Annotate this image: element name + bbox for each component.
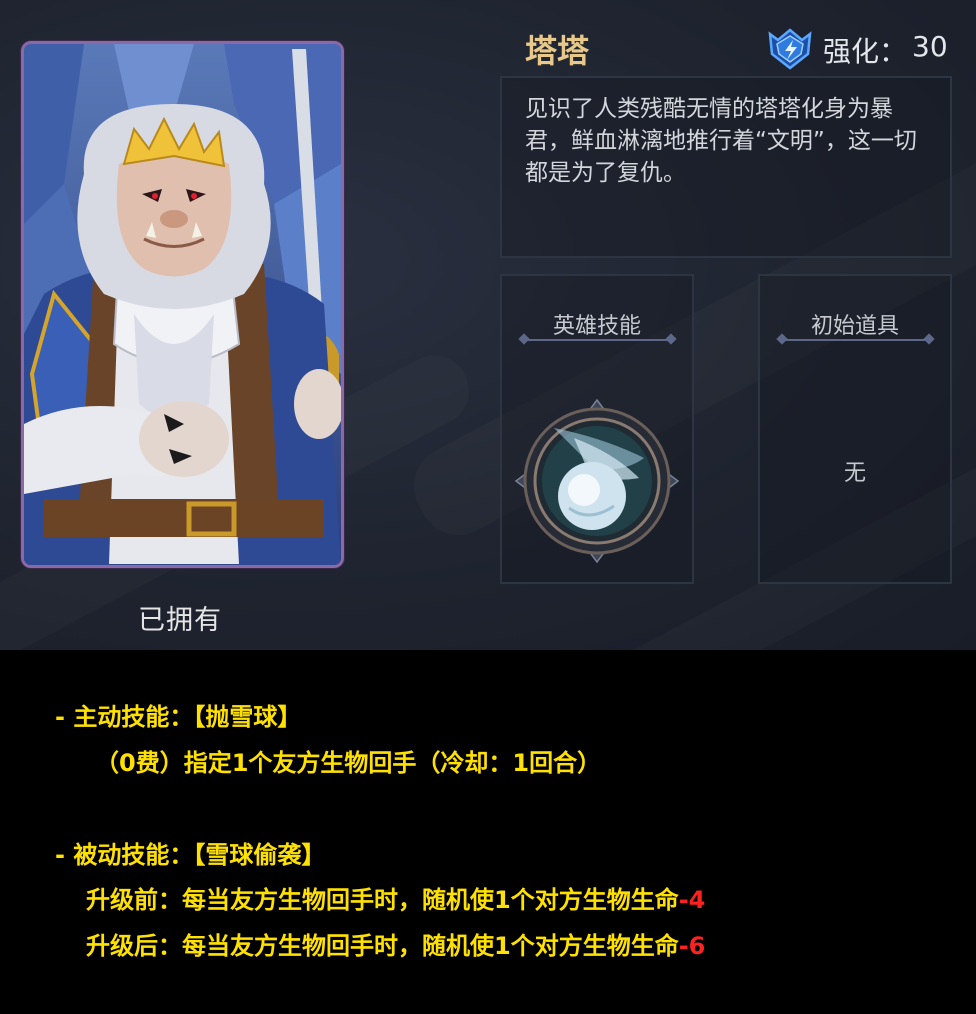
passive-before-line: 升级前：每当友方生物回手时，随机使1个对方生物生命-4 (86, 880, 705, 915)
enhance-value: 30 (912, 30, 948, 63)
hero-name: 塔塔 (525, 32, 590, 70)
rank-shield-icon (766, 24, 814, 72)
active-skill-detail: （0费）指定1个友方生物回手（冷却：1回合） (95, 749, 602, 777)
starting-item-title: 初始道具 (810, 314, 899, 339)
starting-item-value: 无 (843, 461, 866, 486)
hero-detail-panel: 已拥有 塔塔 强化： 30 见识了人类残酷无情的塔塔化身为暴君，鲜血淋漓地推行着… (0, 0, 976, 650)
passive-after-line: 升级后：每当友方生物回手时，随机使1个对方生物生命-6 (86, 926, 705, 961)
passive-before-text: 升级前：每当友方生物回手时，随机使1个对方生物生命 (86, 886, 679, 914)
hero-skill-title: 英雄技能 (552, 314, 641, 339)
passive-after-value: -6 (678, 932, 706, 960)
hero-description: 见识了人类残酷无情的塔塔化身为暴君，鲜血淋漓地推行着“文明”，这一切都是为了复仇… (525, 96, 917, 186)
starting-item-divider (782, 339, 929, 341)
hero-portrait-card[interactable] (21, 41, 344, 568)
passive-skill-heading: - 被动技能：【雪球偷袭】 (55, 841, 326, 869)
hero-portrait-image (24, 44, 341, 565)
active-skill-heading: - 主动技能：【抛雪球】 (55, 703, 302, 731)
owned-status-label: 已拥有 (138, 605, 222, 636)
enhance-label: 强化： (823, 35, 908, 68)
passive-after-text: 升级后：每当友方生物回手时，随机使1个对方生物生命 (86, 932, 679, 960)
snowball-skill-icon[interactable] (514, 398, 680, 564)
hero-skill-divider (524, 339, 671, 341)
passive-before-value: -4 (678, 886, 706, 914)
